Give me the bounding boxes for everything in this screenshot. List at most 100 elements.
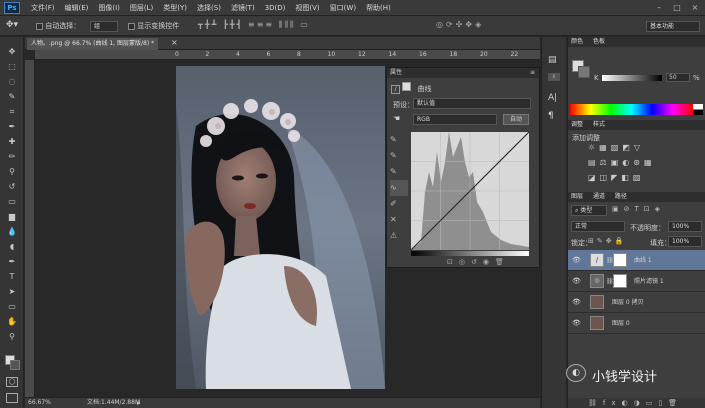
layer-mask-thumbnail[interactable] bbox=[613, 274, 627, 288]
quick-select-icon[interactable]: ✎ bbox=[5, 92, 19, 102]
clone-stamp-icon[interactable]: ⚲ bbox=[5, 167, 19, 177]
blend-mode-dropdown[interactable]: 正常 bbox=[571, 221, 625, 232]
history-brush-icon[interactable]: ↺ bbox=[5, 182, 19, 192]
background-color-icon[interactable] bbox=[10, 360, 20, 370]
history-icon[interactable]: ▤ bbox=[548, 55, 557, 65]
smooth-icon[interactable]: ✕ bbox=[390, 212, 408, 228]
3d-mode-icons[interactable]: ◎⟳✣✥◈ bbox=[436, 20, 484, 29]
minimize-icon[interactable]: – bbox=[653, 2, 665, 13]
auto-button[interactable]: 自动 bbox=[503, 114, 529, 125]
eyedropper-gray-icon[interactable]: ✎ bbox=[390, 148, 408, 164]
zoom-tool-icon[interactable]: ⚲ bbox=[5, 332, 19, 342]
tab-adjustments[interactable]: 调整 bbox=[571, 121, 583, 128]
document-tab[interactable]: 人物。.png @ 66.7% (曲线 1, 图层蒙版/8) * bbox=[27, 38, 159, 50]
eyedropper-white-icon[interactable]: ✎ bbox=[390, 164, 408, 180]
menu-item-1[interactable]: 编辑(E) bbox=[60, 0, 94, 16]
fill-field[interactable]: 100% bbox=[668, 236, 702, 247]
layer-row-photo-filter[interactable]: 👁 ◎ ⛓ 照片滤镜 1 bbox=[568, 271, 705, 292]
healing-brush-icon[interactable]: ✚ bbox=[5, 137, 19, 147]
show-transform-checkbox[interactable] bbox=[128, 22, 135, 30]
auto-select-target-dropdown[interactable]: 组 bbox=[90, 21, 118, 32]
menu-item-7[interactable]: 3D(D) bbox=[260, 0, 291, 16]
k-value[interactable]: 50 bbox=[666, 73, 690, 82]
k-slider[interactable] bbox=[602, 75, 662, 81]
maximize-icon[interactable]: □ bbox=[671, 2, 683, 13]
info-icon[interactable]: i bbox=[548, 73, 560, 81]
opacity-field[interactable]: 100% bbox=[668, 221, 702, 232]
adjustment-icons-row-1[interactable]: ☼▦▧◩▽ bbox=[588, 143, 644, 152]
hand-adjust-icon[interactable]: ☚ bbox=[393, 114, 400, 123]
eraser-tool-icon[interactable]: ▭ bbox=[5, 197, 19, 207]
eyedropper-icon[interactable]: ✒ bbox=[5, 122, 19, 132]
type-tool-icon[interactable]: T bbox=[5, 272, 19, 282]
panel-menu-icon[interactable]: ≡ bbox=[530, 68, 535, 78]
layer-row-curves[interactable]: 👁 ∕ ⛓ 曲线 1 bbox=[568, 250, 705, 271]
close-tab-icon[interactable]: × bbox=[171, 38, 178, 47]
character-icon[interactable]: A| bbox=[548, 93, 557, 103]
layers-footer-icons[interactable]: ⛓fx◐◑▭▯🗑 bbox=[568, 398, 705, 408]
status-menu-arrow-icon[interactable]: ▸ bbox=[137, 398, 141, 408]
channel-dropdown[interactable]: RGB bbox=[413, 114, 497, 125]
gradient-tool-icon[interactable]: ▆ bbox=[5, 212, 19, 222]
quick-mask-icon[interactable]: ◯ bbox=[6, 377, 18, 387]
menu-item-0[interactable]: 文件(F) bbox=[26, 0, 60, 16]
tab-color[interactable]: 颜色 bbox=[571, 38, 583, 45]
eye-icon[interactable]: 👁 bbox=[572, 256, 581, 264]
lock-icons[interactable]: ⊞✎✥🔒 bbox=[588, 237, 626, 245]
menu-item-10[interactable]: 帮助(H) bbox=[361, 0, 396, 16]
brush-tool-icon[interactable]: ✏ bbox=[5, 152, 19, 162]
tab-channels[interactable]: 通道 bbox=[593, 193, 605, 200]
paragraph-icon[interactable]: ¶ bbox=[548, 111, 554, 121]
color-ramp-bw[interactable] bbox=[693, 104, 703, 115]
menu-item-3[interactable]: 图层(L) bbox=[125, 0, 158, 16]
curves-icon[interactable]: ∕ bbox=[391, 85, 400, 94]
menu-item-6[interactable]: 滤镜(T) bbox=[226, 0, 260, 16]
curves-graph[interactable] bbox=[410, 131, 530, 251]
crop-tool-icon[interactable]: ⌗ bbox=[5, 107, 19, 117]
align-icons[interactable]: ┳╋┻ ┣╋┫ ≡≡≡ ⫼⫼⫼ ▭ bbox=[198, 20, 310, 30]
layer-row-base[interactable]: 👁 图层 0 bbox=[568, 313, 705, 334]
shape-tool-icon[interactable]: ▭ bbox=[5, 302, 19, 312]
close-icon[interactable]: × bbox=[689, 2, 701, 13]
blur-tool-icon[interactable]: 💧 bbox=[5, 227, 19, 237]
menu-item-8[interactable]: 视图(V) bbox=[290, 0, 324, 16]
color-ramp[interactable] bbox=[570, 104, 693, 115]
marquee-tool-icon[interactable]: ⬚ bbox=[5, 62, 19, 72]
menu-item-9[interactable]: 窗口(W) bbox=[325, 0, 361, 16]
eyedropper-black-icon[interactable]: ✎ bbox=[390, 132, 408, 148]
zoom-level[interactable]: 66.67% bbox=[28, 398, 51, 408]
clipping-warning-icon[interactable]: ⚠ bbox=[390, 228, 408, 244]
eye-icon[interactable]: 👁 bbox=[572, 319, 581, 327]
workspace-dropdown[interactable]: 基本功能 bbox=[646, 21, 700, 32]
eye-icon[interactable]: 👁 bbox=[572, 298, 581, 306]
pen-tool-icon[interactable]: ✒ bbox=[5, 257, 19, 267]
tab-swatches[interactable]: 色板 bbox=[593, 38, 605, 45]
menu-item-5[interactable]: 选择(S) bbox=[192, 0, 226, 16]
tab-paths[interactable]: 路径 bbox=[615, 193, 627, 200]
eye-icon[interactable]: 👁 bbox=[572, 277, 581, 285]
menu-item-4[interactable]: 类型(Y) bbox=[158, 0, 192, 16]
path-select-icon[interactable]: ➤ bbox=[5, 287, 19, 297]
background-swatch[interactable] bbox=[578, 66, 590, 78]
menu-item-2[interactable]: 图像(I) bbox=[93, 0, 125, 16]
layer-filter-dropdown[interactable]: ⌕ 类型 bbox=[571, 205, 607, 216]
auto-select-checkbox[interactable] bbox=[36, 22, 43, 30]
layer-mask-thumbnail[interactable] bbox=[613, 253, 627, 267]
lasso-tool-icon[interactable]: ◌ bbox=[5, 77, 19, 87]
preset-dropdown[interactable]: 默认值 bbox=[413, 98, 531, 109]
screen-mode-icon[interactable] bbox=[6, 393, 18, 403]
tab-layers[interactable]: 图层 bbox=[571, 193, 583, 200]
mask-icon[interactable] bbox=[402, 82, 412, 91]
tab-styles[interactable]: 样式 bbox=[593, 121, 605, 128]
adjustment-icons-row-3[interactable]: ◪◫◤◧▨ bbox=[588, 173, 644, 182]
layer-row-copy[interactable]: 👁 图层 0 拷贝 bbox=[568, 292, 705, 313]
move-tool-icon[interactable]: ✥ bbox=[5, 47, 19, 57]
pencil-icon[interactable]: ✐ bbox=[390, 196, 408, 212]
document-image[interactable] bbox=[176, 66, 385, 389]
panel-bottom-icons[interactable]: ⊡◎↺◉🗑 bbox=[447, 258, 510, 266]
hand-tool-icon[interactable]: ✋ bbox=[5, 317, 19, 327]
adjustment-icons-row-2[interactable]: ▤⚖▣◐⊛▦ bbox=[588, 158, 656, 167]
dodge-tool-icon[interactable]: ◖ bbox=[5, 242, 19, 252]
filter-icons[interactable]: ▣⊘T⊡◈ bbox=[612, 205, 665, 213]
curve-point-tool-icon[interactable]: ∿ bbox=[390, 180, 408, 196]
